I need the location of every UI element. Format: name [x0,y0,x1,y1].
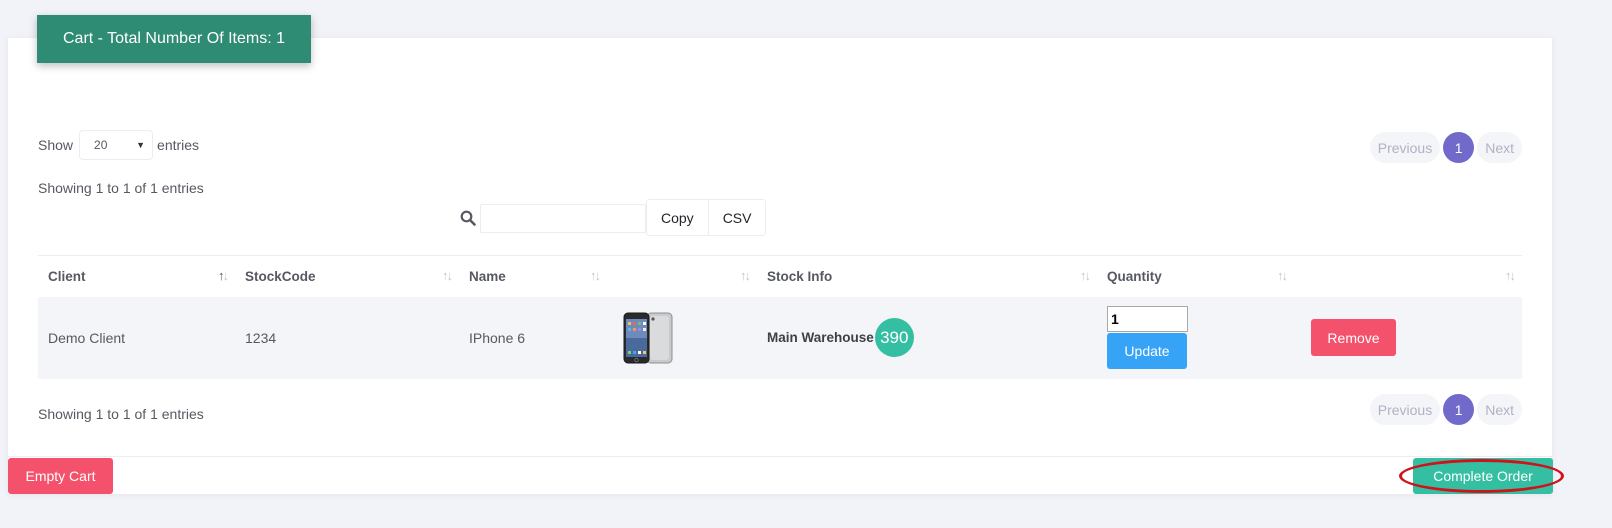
sort-asc-icon: ↑↓ [218,268,229,283]
stock-count-badge: 390 [874,318,914,357]
sort-icon: ↑↓ [590,268,601,283]
column-header-image[interactable]: ↑↓ [607,256,757,297]
table-info-top: Showing 1 to 1 of 1 entries [38,180,204,196]
cart-table: Client ↑↓ StockCode ↑↓ Name ↑↓ ↑↓ Stock … [38,255,1522,379]
update-button[interactable]: Update [1107,333,1187,369]
product-image [623,312,673,363]
entries-label: entries [157,137,200,153]
footer-divider [8,456,1552,457]
column-header-stockcode[interactable]: StockCode ↑↓ [235,256,459,297]
cart-title: Cart - Total Number Of Items: 1 [63,30,285,47]
column-header-client[interactable]: Client ↑↓ [38,256,235,297]
sort-icon: ↑↓ [1080,268,1091,283]
next-page-button[interactable]: Next [1477,394,1522,425]
entries-select-value: 20 [94,138,108,152]
column-header-quantity[interactable]: Quantity ↑↓ [1097,256,1294,297]
show-label: Show [38,137,74,153]
cell-action: Remove [1294,297,1522,379]
column-header-action[interactable]: ↑↓ [1294,256,1522,297]
remove-button[interactable]: Remove [1311,319,1396,356]
table-info-bottom: Showing 1 to 1 of 1 entries [38,406,204,422]
empty-cart-button[interactable]: Empty Cart [8,458,113,494]
dropdown-caret-icon: ▼ [136,140,146,150]
sort-icon: ↑↓ [740,268,751,283]
quantity-control: 1 Update [1107,306,1188,369]
entries-length-control: Show 20 ▼ entries [38,130,199,160]
sort-icon: ↑↓ [442,268,453,283]
previous-page-button[interactable]: Previous [1369,132,1441,163]
sort-icon: ↑↓ [1505,268,1516,283]
next-page-button[interactable]: Next [1477,132,1522,163]
cart-title-banner: Cart - Total Number Of Items: 1 [37,15,311,63]
export-button-group: Copy CSV [646,199,767,236]
column-header-name[interactable]: Name ↑↓ [459,256,607,297]
quantity-input[interactable]: 1 [1107,306,1188,332]
pagination-top: Previous 1 Next [1369,132,1522,163]
warehouse-name: Main Warehouse [767,330,874,345]
csv-button[interactable]: CSV [707,200,766,235]
entries-select[interactable]: 20 ▼ [79,130,154,160]
warehouse-stock: Main Warehouse 390 [767,318,914,357]
page-1-button[interactable]: 1 [1443,132,1475,163]
complete-order-button[interactable]: Complete Order [1413,458,1553,494]
search-bar: Copy CSV [457,199,767,236]
search-icon [457,207,479,229]
cell-stockcode: 1234 [245,329,277,346]
cell-stock-info: Main Warehouse 390 [757,297,1097,379]
sort-icon: ↑↓ [1277,268,1288,283]
cell-client: Demo Client [48,329,126,346]
column-header-stock-info[interactable]: Stock Info ↑↓ [757,256,1097,297]
cell-quantity: 1 Update [1097,297,1294,379]
cell-name: IPhone 6 [469,329,526,346]
page-1-button[interactable]: 1 [1443,394,1475,425]
table-header-row: Client ↑↓ StockCode ↑↓ Name ↑↓ ↑↓ Stock … [38,255,1522,297]
cell-image [607,297,757,379]
table-row: Demo Client 1234 IPhone 6 Main Warehouse… [38,296,1522,379]
previous-page-button[interactable]: Previous [1369,394,1441,425]
pagination-bottom: Previous 1 Next [1369,394,1522,425]
copy-button[interactable]: Copy [647,200,708,235]
search-input[interactable] [480,203,646,233]
